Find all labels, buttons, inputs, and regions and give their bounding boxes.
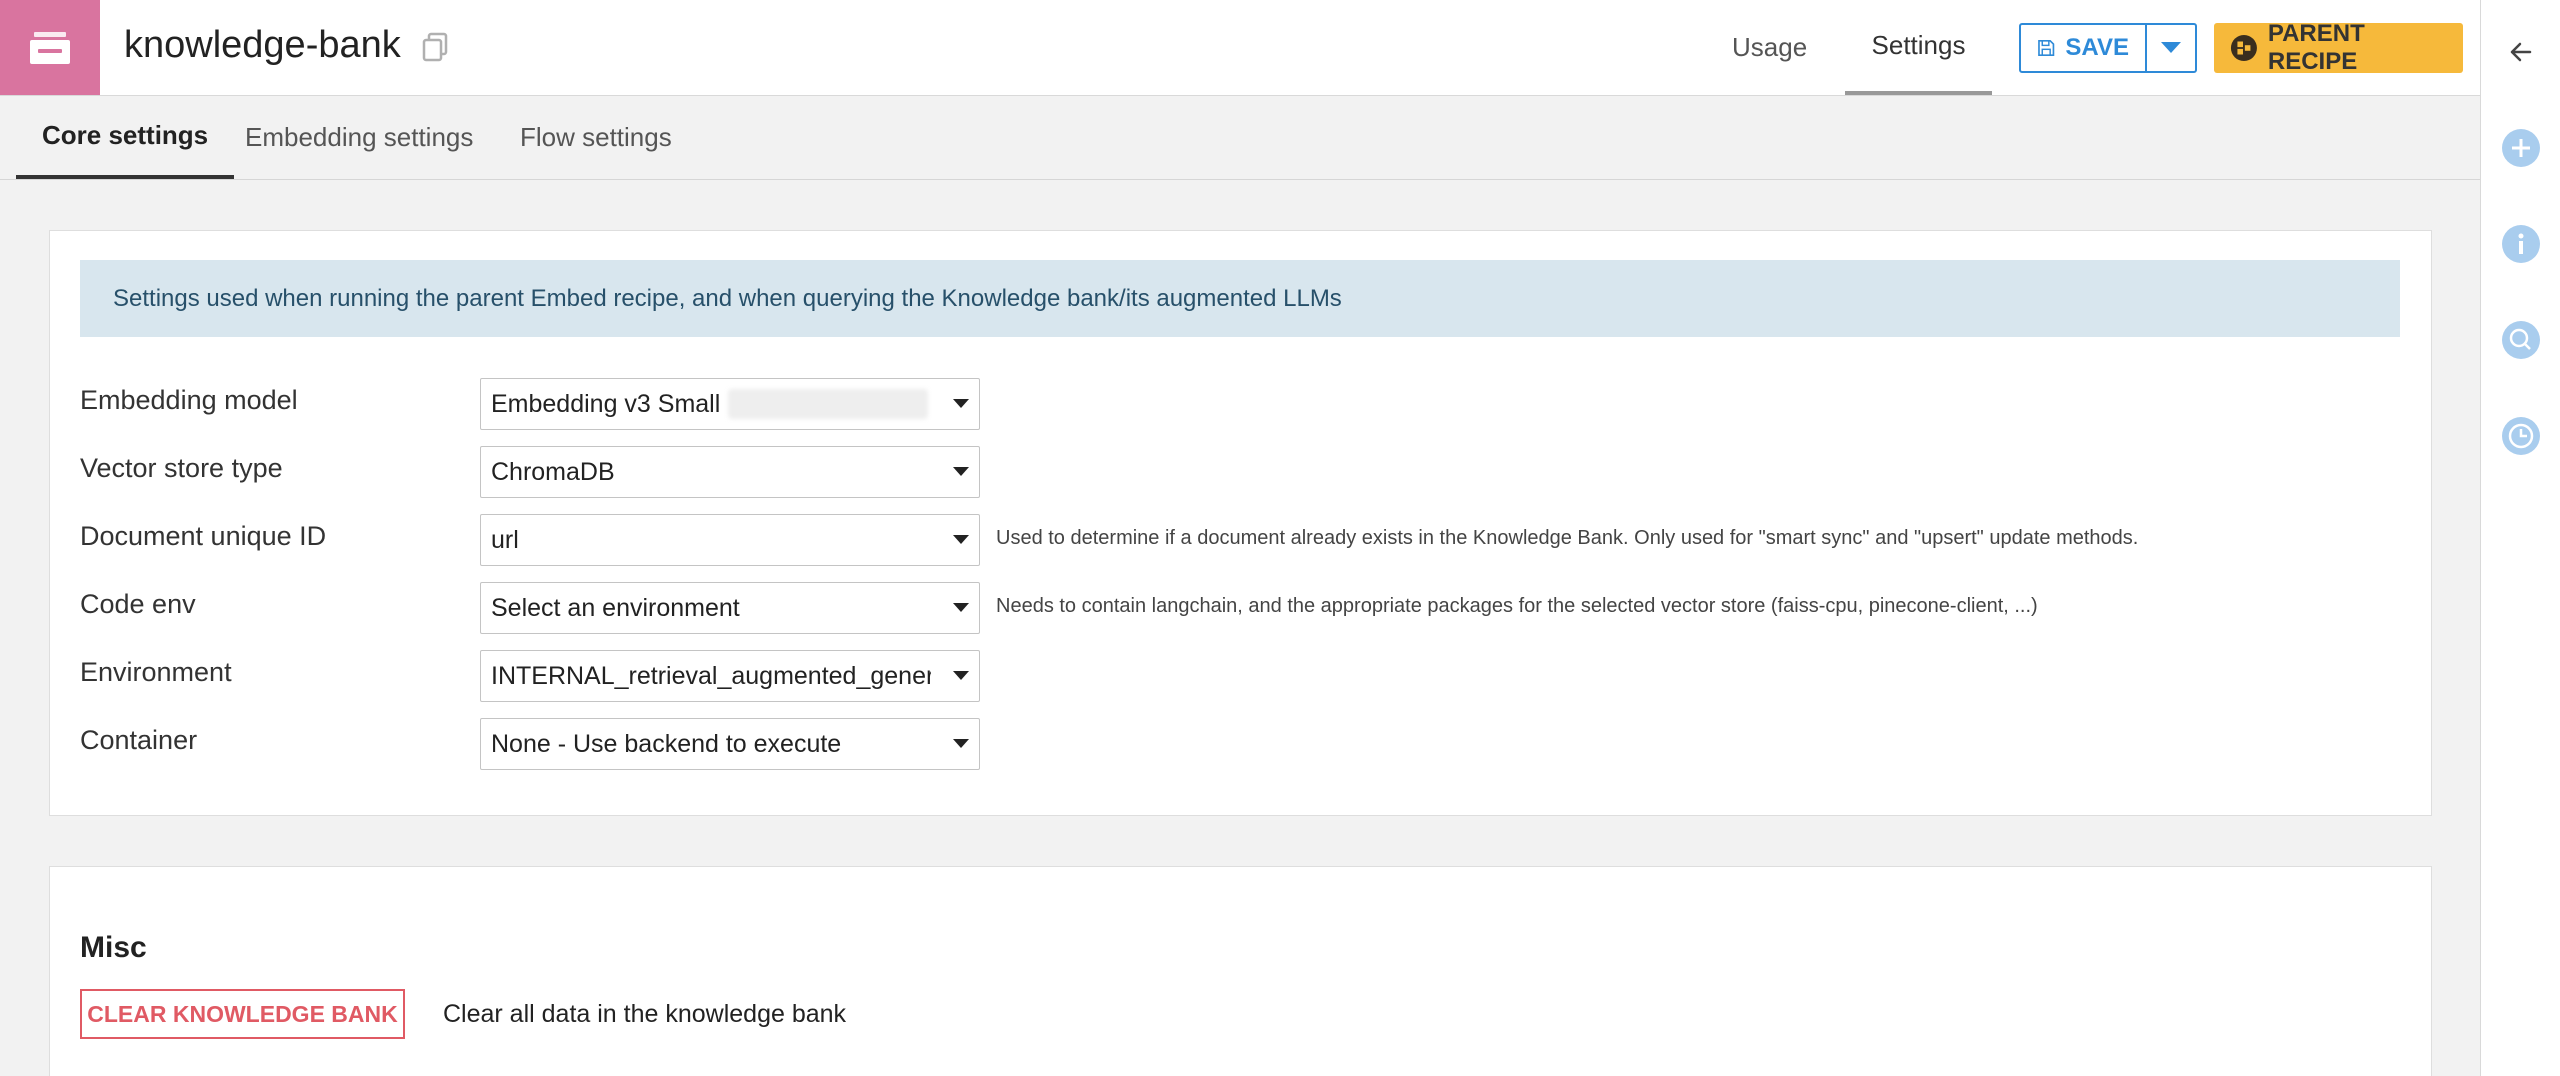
info-circle-icon[interactable]: [2500, 223, 2542, 265]
misc-card: Misc CLEAR KNOWLEDGE BANK Clear all data…: [49, 866, 2432, 1076]
tab-flow-settings[interactable]: Flow settings: [494, 96, 698, 179]
embedding-model-label: Embedding model: [80, 385, 298, 415]
save-label: SAVE: [2065, 34, 2129, 61]
document-unique-id-hint: Used to determine if a document already …: [996, 527, 2139, 549]
parent-recipe-label: PARENT RECIPE: [2267, 20, 2365, 75]
top-header: knowledge-bank Usage Settings SAVE PAREN…: [0, 0, 2480, 96]
vector-store-type-label: Vector store type: [80, 453, 283, 483]
code-env-select[interactable]: Select an environment: [480, 582, 980, 634]
clock-icon[interactable]: [2500, 415, 2542, 457]
recipe-icon: [2230, 34, 2257, 62]
plus-circle-icon[interactable]: [2500, 127, 2542, 169]
document-unique-id-label: Document unique ID: [80, 521, 327, 551]
environment-label: Environment: [80, 657, 232, 687]
save-dropdown-button[interactable]: [2147, 25, 2195, 71]
core-settings-card: Settings used when running the parent Em…: [49, 230, 2432, 816]
caret-down-icon: [953, 739, 969, 748]
document-unique-id-select[interactable]: url: [480, 514, 980, 566]
vector-store-type-value: ChromaDB: [491, 457, 615, 486]
parent-recipe-button[interactable]: PARENT RECIPE: [2214, 20, 2463, 75]
code-env-hint: Needs to contain langchain, and the appr…: [996, 595, 2038, 617]
container-select[interactable]: None - Use backend to execute: [480, 718, 980, 770]
save-button[interactable]: SAVE: [2021, 25, 2147, 71]
chevron-down-icon: [2161, 42, 2181, 53]
misc-title: Misc: [80, 931, 147, 964]
embedding-model-select[interactable]: Embedding v3 Small: [480, 378, 980, 430]
arrow-left-icon[interactable]: [2500, 31, 2542, 73]
knowledge-bank-icon[interactable]: [0, 0, 100, 95]
environment-value: INTERNAL_retrieval_augmented_generat: [491, 661, 931, 690]
document-unique-id-value: url: [491, 525, 519, 554]
clear-knowledge-bank-button[interactable]: CLEAR KNOWLEDGE BANK: [80, 989, 405, 1039]
caret-down-icon: [953, 467, 969, 476]
chat-icon[interactable]: [2500, 319, 2542, 361]
copy-icon[interactable]: [421, 32, 449, 62]
vector-store-type-select[interactable]: ChromaDB: [480, 446, 980, 498]
info-banner: Settings used when running the parent Em…: [80, 260, 2400, 337]
right-sidebar: [2480, 0, 2560, 1076]
tab-embedding-settings[interactable]: Embedding settings: [219, 96, 499, 179]
redacted-text: [728, 389, 929, 419]
caret-down-icon: [953, 671, 969, 680]
floppy-disk-icon: [2038, 39, 2055, 57]
tab-core-settings[interactable]: Core settings: [16, 96, 235, 179]
container-value: None - Use backend to execute: [491, 729, 842, 758]
clear-knowledge-bank-description: Clear all data in the knowledge bank: [443, 1000, 847, 1028]
tab-usage[interactable]: Usage: [1706, 0, 1833, 95]
container-label: Container: [80, 725, 198, 755]
save-button-group: SAVE: [2019, 23, 2197, 73]
environment-select[interactable]: INTERNAL_retrieval_augmented_generat: [480, 650, 980, 702]
code-env-label: Code env: [80, 589, 196, 619]
tab-settings[interactable]: Settings: [1845, 0, 1992, 95]
caret-down-icon: [953, 603, 969, 612]
caret-down-icon: [953, 535, 969, 544]
code-env-value: Select an environment: [491, 593, 740, 622]
settings-subtabs: Core settings Embedding settings Flow se…: [0, 96, 2480, 180]
page-title: knowledge-bank: [124, 24, 401, 66]
embedding-model-value: Embedding v3 Small: [491, 389, 721, 418]
caret-down-icon: [953, 399, 969, 408]
